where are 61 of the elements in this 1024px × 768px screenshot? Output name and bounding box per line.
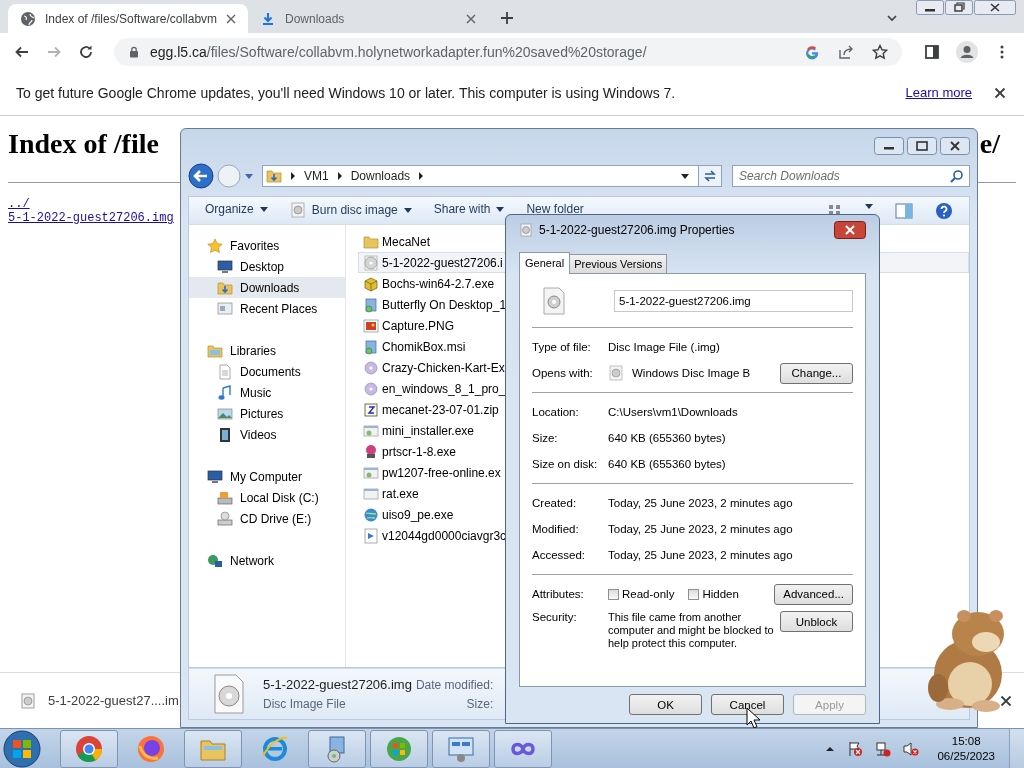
property-label: Modified: [532,523,580,535]
detail-label: Date modified: [415,677,494,692]
dialog-title: 5-1-2022-guest27206.img Properties [539,223,735,237]
property-label: Location: [532,406,580,418]
file-name: mecanet-23-07-01.zip [382,402,499,417]
file-name: 5-1-2022-guest27206.i [382,255,503,270]
file-name: Bochs-win64-2.7.exe [382,276,495,291]
file-name: Butterfly On Desktop_1 [382,297,507,312]
nav-label: CD Drive (E:) [240,511,312,526]
property-label: Created: [532,497,578,509]
nav-label: My Computer [230,469,303,484]
file-name: Capture.PNG [382,318,455,333]
nav-label: Music [240,385,272,400]
property-label: Security: [532,611,578,623]
update-message: To get future Google Chrome updates, you'll need Windows 10 or later. This computer is using Windows 7. [16,84,676,101]
nav-label: Documents [240,364,301,379]
file-name: prtscr-1-8.exe [382,444,457,459]
property-value: Disc Image File (.img) [608,341,720,353]
nav-label: Downloads [240,280,300,295]
nav-label: Local Disk (C:) [240,490,319,505]
property-value: 640 KB (655360 bytes) [608,432,726,444]
nav-label: Libraries [230,343,277,358]
property-label: Opens with: [532,367,594,379]
url-text: egg.l5.ca/files/Software/collabvm.holynetworkadapter.fun%20saved%20storage/ [150,43,647,60]
property-label: Size: [532,432,559,444]
clock-time: 15:08 [951,733,981,749]
file-name: uiso9_pe.exe [382,507,454,522]
nav-label: Videos [240,427,277,442]
tab-title: Index of /files/Software/collabvm [45,11,217,26]
property-label: Size on disk: [532,458,599,470]
nav-label: Network [230,553,274,568]
property-value: Today, 25 June 2023, 2 minutes ago [608,549,793,561]
nav-label: Favorites [230,238,280,253]
security-message: This file came from another computer and might be blocked to help protect this computer. [608,611,775,650]
clock-date: 06/25/2023 [937,748,995,764]
property-label: Accessed: [532,549,587,561]
property-label: Attributes: [532,588,585,600]
nav-label: Desktop [240,259,285,274]
file-name: 5-1-2022-guest27206.img [263,677,412,693]
property-value: 640 KB (655360 bytes) [608,458,726,470]
file-name: rat.exe [382,486,419,501]
file-name: Crazy-Chicken-Kart-Ex [382,360,505,375]
file-name: mini_installer.exe [382,423,475,438]
nav-label: Recent Places [240,301,318,316]
nav-label: Pictures [240,406,284,421]
property-value: Windows Disc Image B [632,367,751,379]
file-type: Disc Image File [263,697,347,712]
property-value: Today, 25 June 2023, 2 minutes ago [608,523,793,535]
file-name: pw1207-free-online.ex [382,465,501,480]
detail-label: Size: [466,696,494,711]
property-value: C:\Users\vm1\Downloads [608,406,738,418]
page-heading: e/ [979,128,1000,160]
file-name: en_windows_8_1_pro_ [382,381,506,396]
file-name: ChomikBox.msi [382,339,466,354]
tab-title: Downloads [285,11,346,26]
property-label: Type of file: [532,341,592,353]
file-name: v12044gd0000ciavgr3c [382,528,507,543]
download-name: 5-1-2022-guest27....im [48,693,179,708]
page-heading: Index of /file [8,128,159,160]
property-value: Today, 25 June 2023, 2 minutes ago [608,497,793,509]
file-name: MecaNet [382,234,431,249]
